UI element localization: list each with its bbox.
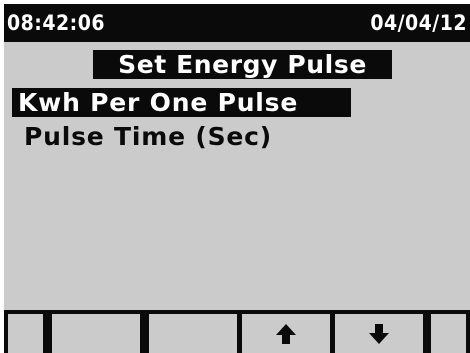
softkey-up[interactable] [242,314,330,353]
softkey-2[interactable] [52,314,140,353]
clock-time: 08:42:06 [7,11,105,35]
arrow-up-icon [276,323,296,344]
softkey-1[interactable] [8,314,43,353]
softkey-down[interactable] [335,314,423,353]
menu-item-label: Kwh Per One Pulse [18,88,299,117]
menu-title: Set Energy Pulse [93,50,392,79]
menu-item-pulse-time[interactable]: Pulse Time (Sec) [12,122,278,151]
menu-item-label: Pulse Time (Sec) [24,122,272,151]
status-bar: 08:42:06 04/04/12 [4,4,470,42]
menu-item-kwh-per-one-pulse[interactable]: Kwh Per One Pulse [12,88,351,117]
softkey-6[interactable] [431,314,466,353]
clock-date: 04/04/12 [370,11,467,35]
softkey-bar [4,310,470,353]
softkey-3[interactable] [149,314,237,353]
arrow-down-icon [369,323,389,344]
lcd-screen: 08:42:06 04/04/12 Set Energy Pulse Kwh P… [4,4,470,353]
